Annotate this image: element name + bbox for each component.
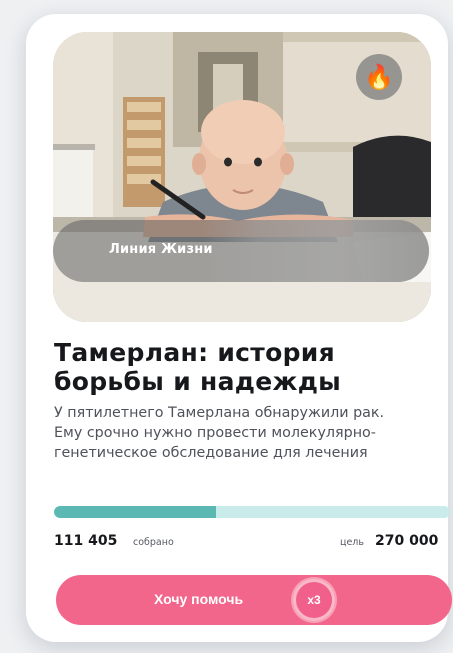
funding-progress-fill [54,506,217,518]
raised-caption: собрано [133,537,174,548]
goal-amount: 270 000 [375,533,439,549]
campaign-title[interactable]: Тамерлан: история борьбы и надежды [54,338,414,396]
help-button-label: Хочу помочь [154,591,244,607]
goal-caption: цель [340,537,364,548]
organization-name: Линия Жизни [109,242,213,257]
multiplier-badge: x3 [291,577,337,623]
raised-amount: 111 405 [54,533,118,549]
blurred-overlay [203,220,429,282]
funding-progress-bar [54,506,450,518]
multiplier-label: x3 [296,582,332,618]
campaign-description: У пятилетнего Тамерлана обнаружили рак. … [54,405,385,461]
organization-pill: Линия Жизни [53,220,429,282]
help-button[interactable]: Хочу помочь x3 [56,575,452,625]
fire-badge[interactable]: 🔥 [356,54,402,100]
fire-icon: 🔥 [364,63,394,91]
